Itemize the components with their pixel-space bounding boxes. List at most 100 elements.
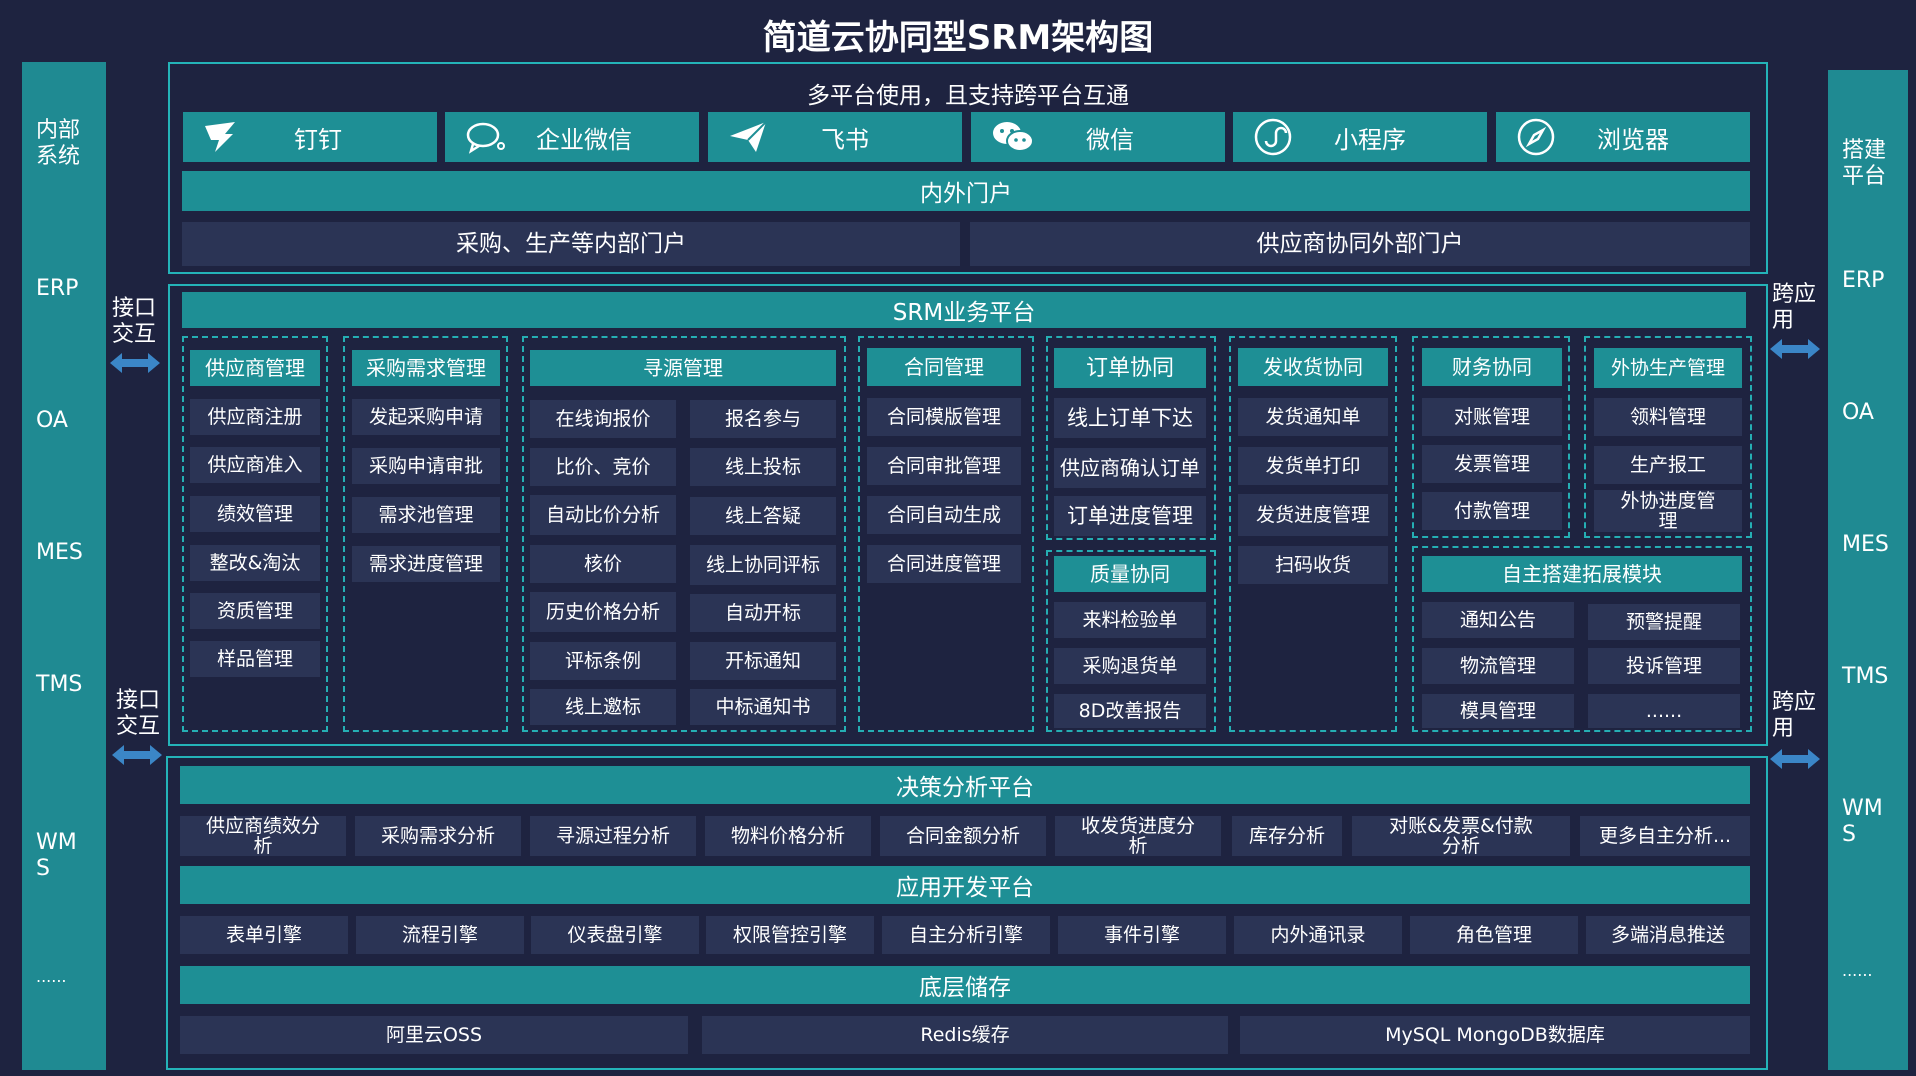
- custom-item[interactable]: 投诉管理: [1588, 648, 1740, 684]
- supplier-item[interactable]: 样品管理: [190, 641, 320, 677]
- sourcing-item[interactable]: 开标通知: [690, 642, 836, 680]
- supplier-item[interactable]: 整改&淘汰: [190, 545, 320, 581]
- sourcing-item[interactable]: 线上答疑: [690, 497, 836, 535]
- demand-item[interactable]: 需求池管理: [352, 497, 500, 533]
- custom-item[interactable]: 预警提醒: [1588, 604, 1740, 640]
- appdev-item[interactable]: 流程引擎: [356, 916, 524, 954]
- app-label: 钉钉: [294, 125, 342, 154]
- storage-item[interactable]: MySQL MongoDB数据库: [1240, 1016, 1750, 1054]
- outsource-item[interactable]: 外协进度管理: [1594, 490, 1742, 532]
- module-order-head[interactable]: 订单协同: [1054, 348, 1206, 388]
- portal-external[interactable]: 供应商协同外部门户: [970, 222, 1750, 266]
- order-item[interactable]: 订单进度管理: [1054, 496, 1206, 536]
- app-dingtalk[interactable]: 钉钉: [183, 112, 437, 162]
- supplier-item[interactable]: 资质管理: [190, 593, 320, 629]
- app-miniprogram[interactable]: 小程序: [1233, 112, 1487, 162]
- module-quality-head[interactable]: 质量协同: [1054, 556, 1206, 592]
- module-custom-head[interactable]: 自主搭建拓展模块: [1422, 556, 1742, 592]
- sourcing-item[interactable]: 自动开标: [690, 594, 836, 632]
- module-demand-head[interactable]: 采购需求管理: [352, 350, 500, 386]
- sourcing-item[interactable]: 线上协同评标: [690, 545, 836, 585]
- left-item-wms: WMS: [36, 830, 77, 881]
- sourcing-item[interactable]: 自动比价分析: [530, 495, 676, 535]
- sourcing-item[interactable]: 线上投标: [690, 448, 836, 486]
- module-delivery-head[interactable]: 发收货协同: [1238, 348, 1388, 386]
- outsource-item[interactable]: 领料管理: [1594, 398, 1742, 436]
- storage-item[interactable]: Redis缓存: [702, 1016, 1228, 1054]
- decision-item[interactable]: 对账&发票&付款分析: [1352, 816, 1570, 856]
- decision-item[interactable]: 库存分析: [1232, 816, 1342, 856]
- left-interface-label-top: 接口交互: [111, 296, 156, 347]
- custom-item[interactable]: ......: [1588, 694, 1740, 728]
- storage-item[interactable]: 阿里云OSS: [180, 1016, 688, 1054]
- sourcing-item[interactable]: 历史价格分析: [530, 592, 676, 632]
- sourcing-item[interactable]: 比价、竞价: [530, 448, 676, 486]
- portal-internal[interactable]: 采购、生产等内部门户: [182, 222, 960, 266]
- quality-item[interactable]: 采购退货单: [1054, 648, 1206, 684]
- sourcing-item[interactable]: 报名参与: [690, 400, 836, 438]
- contract-item[interactable]: 合同进度管理: [867, 545, 1021, 583]
- app-wecom[interactable]: 企业微信: [445, 112, 699, 162]
- sourcing-item[interactable]: 评标条例: [530, 642, 676, 680]
- appdev-item[interactable]: 事件引擎: [1058, 916, 1226, 954]
- delivery-item[interactable]: 扫码收货: [1238, 546, 1388, 584]
- decision-item[interactable]: 寻源过程分析: [530, 816, 696, 856]
- delivery-item[interactable]: 发货进度管理: [1238, 494, 1388, 536]
- delivery-item[interactable]: 发货单打印: [1238, 447, 1388, 485]
- module-sourcing-head[interactable]: 寻源管理: [530, 350, 836, 386]
- app-wechat[interactable]: 微信: [971, 112, 1225, 162]
- finance-item[interactable]: 对账管理: [1422, 398, 1562, 436]
- custom-item[interactable]: 通知公告: [1422, 602, 1574, 638]
- supplier-item[interactable]: 供应商注册: [190, 399, 320, 435]
- right-item-wms: WMS: [1842, 796, 1883, 847]
- quality-item[interactable]: 来料检验单: [1054, 602, 1206, 638]
- decision-item[interactable]: 收发货进度分析: [1055, 816, 1221, 856]
- decision-item[interactable]: 供应商绩效分析: [180, 816, 346, 856]
- decision-item[interactable]: 物料价格分析: [705, 816, 871, 856]
- module-supplier-head[interactable]: 供应商管理: [190, 350, 320, 386]
- appdev-item[interactable]: 内外通讯录: [1234, 916, 1402, 954]
- finance-item[interactable]: 发票管理: [1422, 445, 1562, 483]
- custom-item[interactable]: 模具管理: [1422, 694, 1574, 728]
- contract-item[interactable]: 合同审批管理: [867, 447, 1021, 485]
- multi-platform-heading: 多平台使用，且支持跨平台互通: [807, 83, 1129, 109]
- module-finance-head[interactable]: 财务协同: [1422, 348, 1562, 386]
- appdev-item[interactable]: 多端消息推送: [1586, 916, 1750, 954]
- sourcing-item[interactable]: 中标通知书: [690, 689, 836, 725]
- contract-item[interactable]: 合同自动生成: [867, 496, 1021, 534]
- demand-item[interactable]: 需求进度管理: [352, 546, 500, 582]
- appdev-item[interactable]: 角色管理: [1410, 916, 1578, 954]
- appdev-item[interactable]: 仪表盘引擎: [531, 916, 699, 954]
- delivery-item[interactable]: 发货通知单: [1238, 398, 1388, 436]
- dingtalk-icon: [205, 122, 235, 152]
- demand-item[interactable]: 发起采购申请: [352, 399, 500, 435]
- custom-item[interactable]: 物流管理: [1422, 648, 1574, 684]
- finance-item[interactable]: 付款管理: [1422, 492, 1562, 530]
- order-item[interactable]: 线上订单下达: [1054, 398, 1206, 438]
- sourcing-item[interactable]: 在线询报价: [530, 400, 676, 438]
- appdev-item[interactable]: 表单引擎: [180, 916, 348, 954]
- sourcing-item[interactable]: 线上邀标: [530, 689, 676, 725]
- supplier-item[interactable]: 供应商准入: [190, 447, 320, 483]
- appdev-item[interactable]: 权限管控引擎: [706, 916, 874, 954]
- demand-item[interactable]: 采购申请审批: [352, 448, 500, 484]
- right-systems-column: [1828, 70, 1908, 1070]
- contract-item[interactable]: 合同模版管理: [867, 398, 1021, 436]
- appdev-item[interactable]: 自主分析引擎: [882, 916, 1050, 954]
- module-outsource-head[interactable]: 外协生产管理: [1594, 348, 1742, 388]
- right-interface-label-bottom: 跨应用: [1772, 690, 1817, 741]
- decision-item[interactable]: 合同金额分析: [880, 816, 1046, 856]
- decision-item[interactable]: 采购需求分析: [355, 816, 521, 856]
- order-item[interactable]: 供应商确认订单: [1054, 448, 1206, 488]
- left-item-mes: MES: [36, 540, 83, 565]
- supplier-item[interactable]: 绩效管理: [190, 496, 320, 532]
- decision-item[interactable]: 更多自主分析...: [1580, 816, 1750, 856]
- outsource-item[interactable]: 生产报工: [1594, 446, 1742, 484]
- quality-item[interactable]: 8D改善报告: [1054, 694, 1206, 728]
- app-browser[interactable]: 浏览器: [1496, 112, 1750, 162]
- app-label: 微信: [1086, 125, 1134, 154]
- module-contract-head[interactable]: 合同管理: [867, 348, 1021, 386]
- sourcing-item[interactable]: 核价: [530, 545, 676, 583]
- app-feishu[interactable]: 飞书: [708, 112, 962, 162]
- browser-icon: [1517, 118, 1555, 156]
